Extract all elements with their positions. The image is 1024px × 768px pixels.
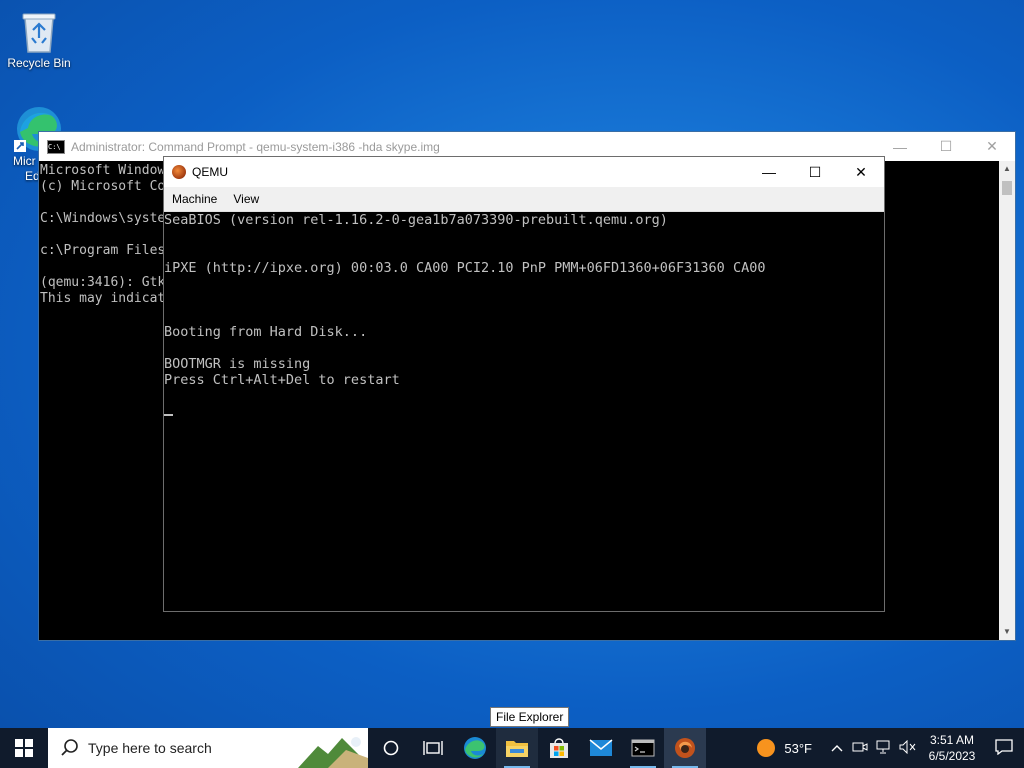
system-tray: 53°F 3:51 AM 6/5/2023: [756, 728, 1024, 768]
edge-taskbar-button[interactable]: [454, 728, 496, 768]
store-taskbar-button[interactable]: [538, 728, 580, 768]
network-button[interactable]: [872, 740, 896, 757]
qemu-title: QEMU: [192, 165, 228, 179]
vm-screen-line: [164, 292, 884, 308]
scroll-down-icon[interactable]: ▼: [999, 624, 1015, 640]
cmd-close-button[interactable]: ✕: [969, 132, 1015, 161]
qemu-menu-bar: Machine View: [164, 187, 884, 212]
volume-button[interactable]: [896, 739, 920, 757]
meet-now-button[interactable]: [848, 741, 872, 756]
qemu-vm-display[interactable]: SeaBIOS (version rel-1.16.2-0-gea1b7a073…: [164, 212, 884, 611]
vm-screen-line: [164, 308, 884, 324]
terminal-taskbar-button[interactable]: [622, 728, 664, 768]
qemu-minimize-button[interactable]: —: [746, 157, 792, 187]
weather-temp: 53°F: [784, 740, 812, 756]
recycle-bin-label: Recycle Bin: [7, 56, 71, 70]
sun-icon: [757, 739, 776, 757]
qemu-close-button[interactable]: ✕: [838, 157, 884, 187]
file-explorer-tooltip: File Explorer: [490, 707, 570, 727]
vm-screen-line: [164, 276, 884, 292]
vm-screen-line: Booting from Hard Disk...: [164, 324, 368, 340]
qemu-icon: [675, 738, 695, 758]
weather-widget[interactable]: 53°F: [756, 738, 812, 758]
task-view-button[interactable]: [412, 728, 454, 768]
menu-machine[interactable]: Machine: [164, 192, 225, 206]
qemu-window[interactable]: QEMU — ☐ ✕ Machine View SeaBIOS (version…: [163, 156, 885, 612]
vm-screen-line: [164, 340, 884, 356]
qemu-title-bar[interactable]: QEMU — ☐ ✕: [164, 157, 884, 187]
terminal-icon: [631, 739, 655, 757]
search-icon: [61, 739, 78, 756]
clock-time: 3:51 AM: [929, 733, 975, 747]
mail-taskbar-button[interactable]: [580, 728, 622, 768]
store-icon: [550, 738, 568, 758]
qemu-taskbar-button[interactable]: [664, 728, 706, 768]
windows-logo-icon: [15, 739, 33, 757]
file-explorer-icon: [506, 741, 528, 757]
recycle-bin-desktop-icon[interactable]: Recycle Bin: [1, 8, 77, 70]
cortana-icon: [383, 740, 399, 756]
text-cursor: [164, 404, 884, 420]
qemu-logo-icon: [172, 165, 186, 179]
clock-date: 6/5/2023: [928, 749, 976, 763]
camera-icon: [852, 742, 868, 751]
search-highlight-icon: [298, 737, 368, 768]
scroll-up-icon[interactable]: ▲: [999, 161, 1015, 177]
cortana-button[interactable]: [370, 728, 412, 768]
task-view-icon: [423, 741, 443, 755]
volume-muted-icon: [899, 739, 916, 754]
mail-icon: [589, 739, 613, 756]
notification-icon: [995, 738, 1013, 755]
vm-screen-line: Press Ctrl+Alt+Del to restart: [164, 372, 400, 388]
search-box[interactable]: Type here to search: [48, 728, 368, 768]
vm-screen-line: [164, 228, 884, 244]
scroll-thumb[interactable]: [1002, 181, 1012, 195]
qemu-maximize-button[interactable]: ☐: [792, 157, 838, 187]
chevron-up-icon: [831, 745, 843, 752]
start-button[interactable]: [0, 728, 48, 768]
edge-icon: [464, 737, 486, 759]
vm-screen-line: SeaBIOS (version rel-1.16.2-0-gea1b7a073…: [164, 212, 668, 228]
network-icon: [876, 740, 890, 753]
vm-screen-line: BOOTMGR is missing: [164, 356, 311, 372]
vm-screen-line: [164, 388, 884, 404]
cmd-scrollbar[interactable]: ▲ ▼: [999, 161, 1015, 640]
vm-screen-line: iPXE (http://ipxe.org) 00:03.0 CA00 PCI2…: [164, 260, 766, 276]
file-explorer-taskbar-button[interactable]: [496, 728, 538, 768]
search-placeholder: Type here to search: [88, 740, 212, 756]
action-center-button[interactable]: [984, 738, 1024, 758]
recycle-bin-icon: [19, 8, 59, 54]
clock[interactable]: 3:51 AM 6/5/2023: [926, 732, 978, 764]
cmd-icon: C:\: [47, 139, 65, 154]
show-hidden-icons-button[interactable]: [826, 741, 848, 755]
cmd-title: Administrator: Command Prompt - qemu-sys…: [71, 139, 440, 154]
cmd-maximize-button[interactable]: ☐: [923, 132, 969, 161]
menu-view[interactable]: View: [225, 192, 267, 206]
vm-screen-line: [164, 244, 884, 260]
taskbar: Type here to search 53°F 3:51 AM 6/5/202…: [0, 728, 1024, 768]
